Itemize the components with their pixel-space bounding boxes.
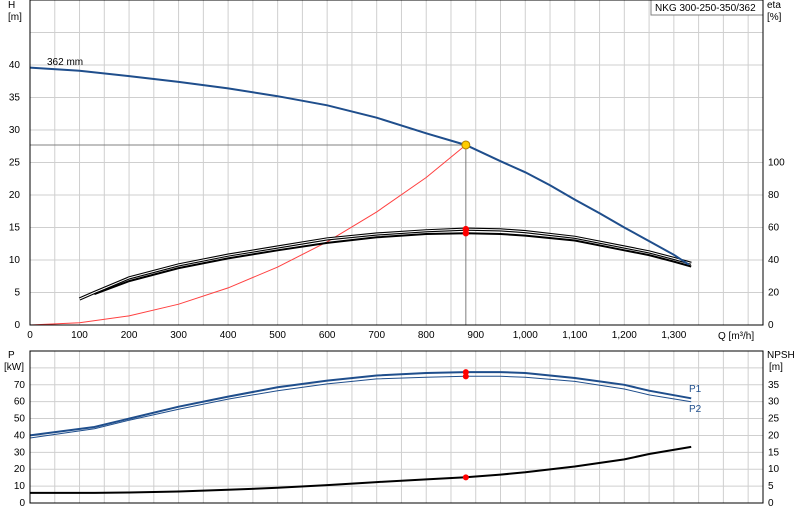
npsh-tick-label: 10: [768, 464, 780, 475]
eta-tick-label: 40: [768, 255, 780, 266]
bottom-y-left-unit: [kW]: [4, 362, 24, 373]
eta-tick-label: 100: [768, 158, 785, 169]
p2-bep-marker: [462, 373, 469, 380]
tick-labels: 0 100 200 300 400 500 600 700 800 900 1,000 1,100 1,…: [9, 60, 785, 509]
npsh-tick-label: 5: [768, 481, 774, 492]
top-y-right-label: eta: [767, 0, 781, 11]
x-tick-label: 100: [71, 330, 88, 341]
x-tick-label: 500: [269, 330, 286, 341]
npsh-tick-label: 15: [768, 447, 780, 458]
top-y-left-unit: [m]: [8, 12, 22, 23]
top-y-right-unit: [%]: [767, 12, 782, 23]
x-tick-label: 0: [27, 330, 33, 341]
efficiency-bep-marker: [462, 229, 470, 237]
npsh-tick-label: 0: [768, 498, 774, 509]
p2-series-label: P2: [689, 404, 702, 415]
npsh-tick-label: 30: [768, 397, 780, 408]
x-tick-label: 1,300: [661, 330, 686, 341]
duty-point-marker: [461, 140, 471, 150]
x-tick-label: 1,000: [513, 330, 538, 341]
power-tick-label: 30: [14, 447, 26, 458]
x-tick-label: 700: [368, 330, 385, 341]
head-tick-label: 40: [9, 60, 21, 71]
power-tick-label: 0: [19, 498, 25, 509]
head-tick-label: 25: [9, 158, 21, 169]
x-tick-label: 600: [319, 330, 336, 341]
npsh-tick-label: 35: [768, 380, 780, 391]
x-tick-label: 1,200: [612, 330, 637, 341]
top-y-left-label: H: [8, 0, 15, 11]
bottom-y-right-label: NPSH: [767, 350, 795, 361]
power-tick-label: 70: [14, 380, 26, 391]
power-tick-label: 20: [14, 464, 26, 475]
npsh-tick-label: 20: [768, 430, 780, 441]
eta-tick-label: 60: [768, 223, 780, 234]
head-tick-label: 0: [14, 320, 20, 331]
x-tick-label: 300: [170, 330, 187, 341]
x-tick-label: 800: [418, 330, 435, 341]
x-tick-label: 1,100: [562, 330, 587, 341]
power-tick-label: 50: [14, 414, 26, 425]
power-tick-label: 40: [14, 430, 26, 441]
top-x-axis-label: Q [m³/h]: [718, 331, 754, 342]
x-tick-label: 400: [220, 330, 237, 341]
bottom-y-right-unit: [m]: [769, 362, 783, 373]
x-tick-label: 200: [121, 330, 138, 341]
x-tick-label: 900: [467, 330, 484, 341]
bottom-y-left-label: P: [8, 350, 15, 361]
pump-performance-chart: 0 100 200 300 400 500 600 700 800 900 1,000 1,100 1,…: [0, 0, 800, 520]
head-tick-label: 5: [14, 288, 20, 299]
head-tick-label: 10: [9, 255, 21, 266]
model-box-text: NKG 300-250-350/362: [655, 3, 756, 14]
head-tick-label: 20: [9, 190, 21, 201]
head-tick-label: 15: [9, 223, 21, 234]
chart-canvas: 0 100 200 300 400 500 600 700 800 900 1,000 1,100 1,…: [4, 0, 795, 509]
p1-series-label: P1: [689, 384, 702, 395]
power-tick-label: 10: [14, 481, 26, 492]
head-tick-label: 30: [9, 125, 21, 136]
npsh-tick-label: 25: [768, 414, 780, 425]
head-tick-label: 35: [9, 93, 21, 104]
npsh-bep-marker: [462, 474, 469, 481]
power-tick-label: 60: [14, 397, 26, 408]
eta-tick-label: 80: [768, 190, 780, 201]
eta-tick-label: 0: [768, 320, 774, 331]
impeller-diameter-label: 362 mm: [47, 57, 83, 68]
eta-tick-label: 20: [768, 288, 780, 299]
